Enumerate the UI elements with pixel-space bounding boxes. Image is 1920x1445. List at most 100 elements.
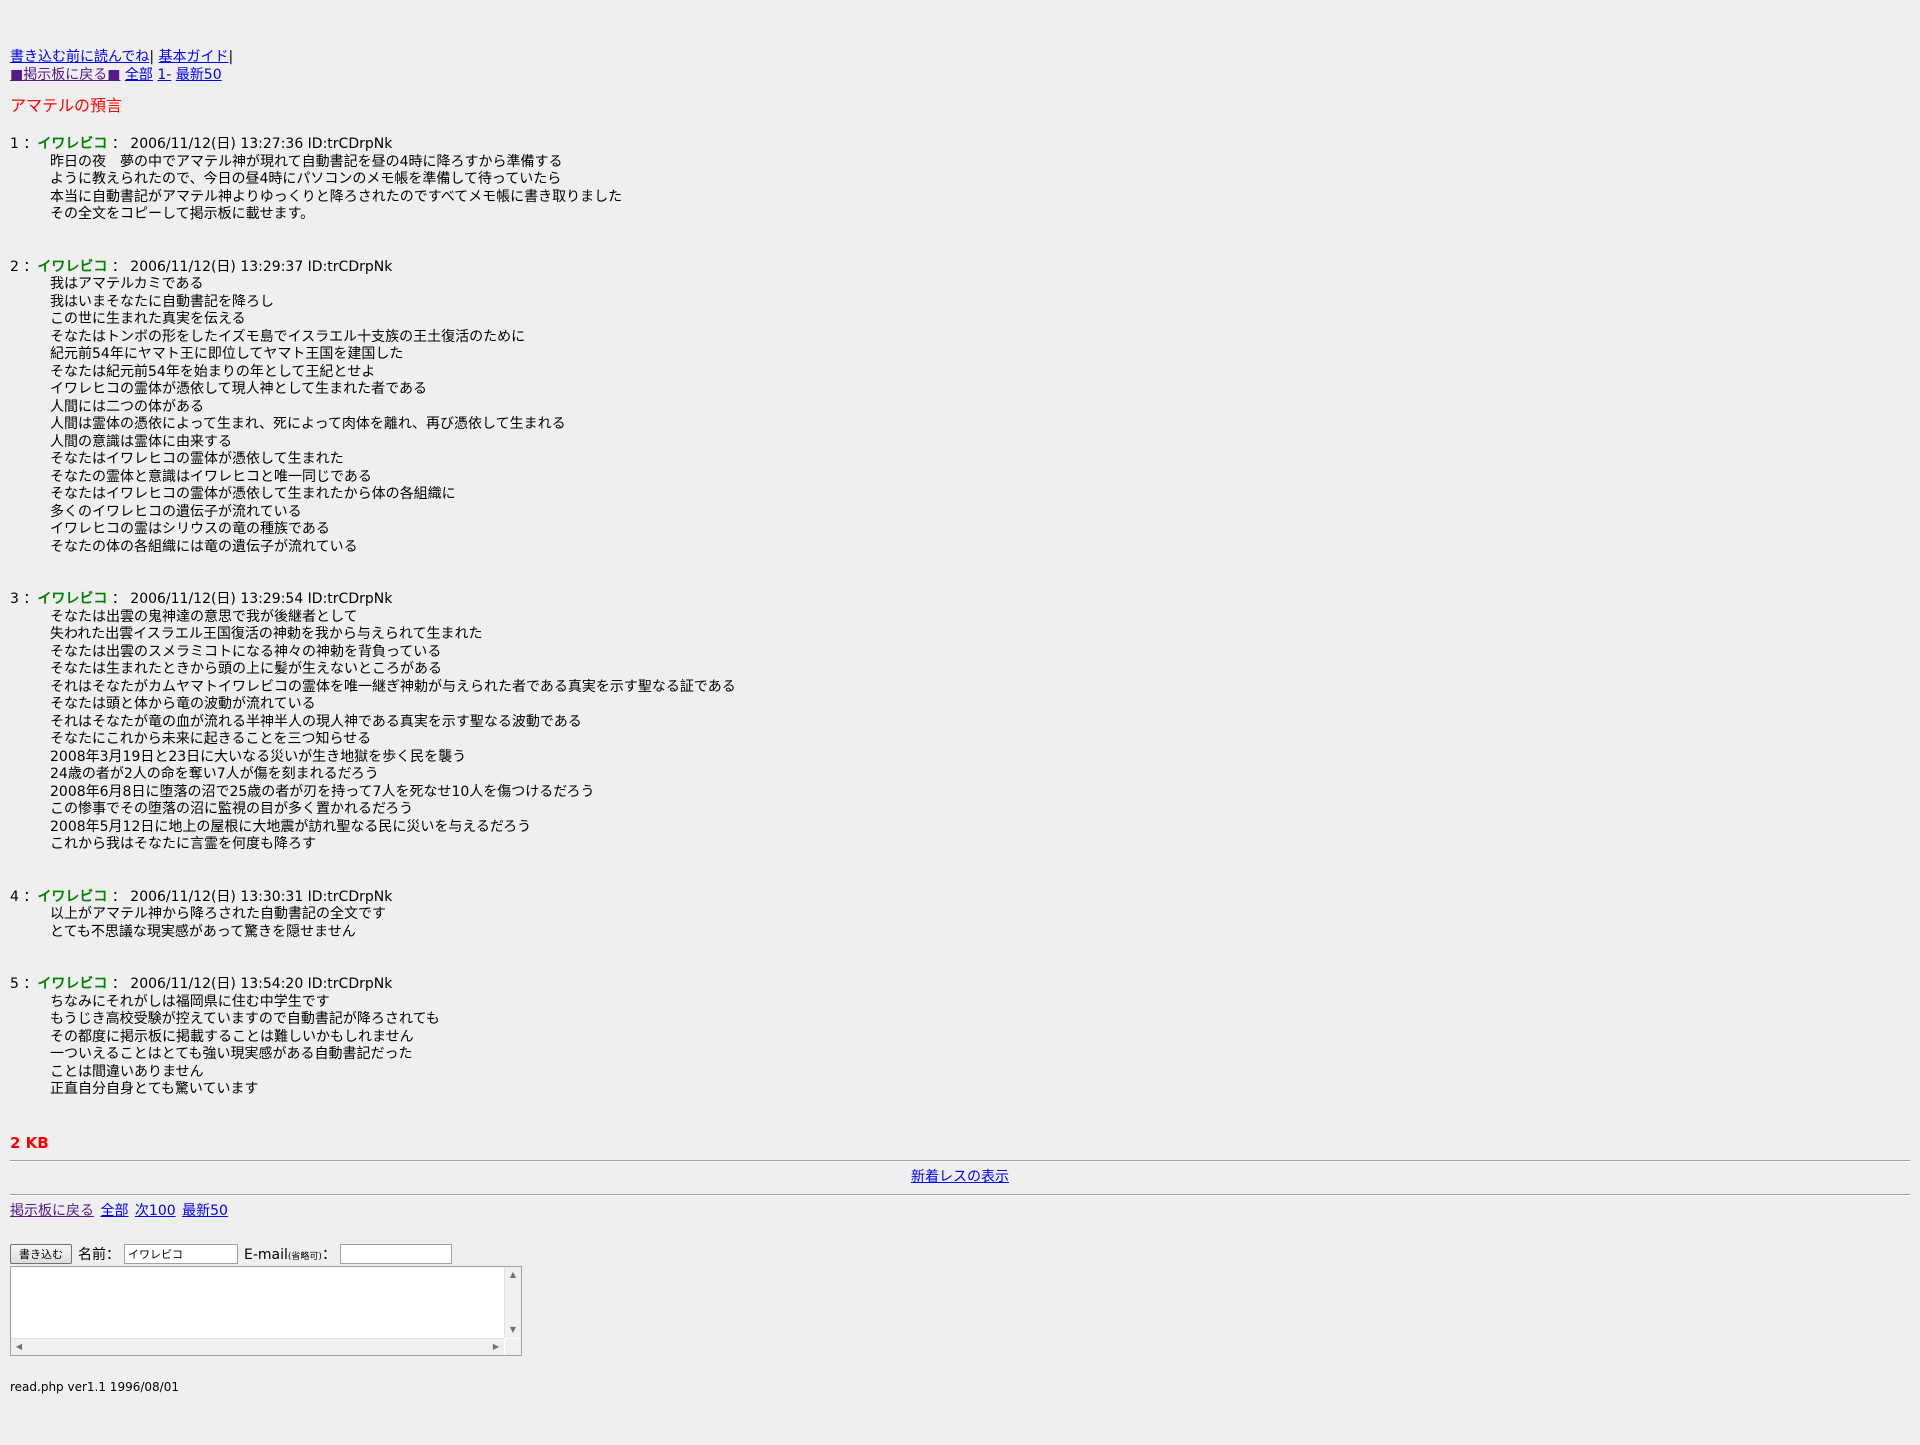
vertical-scrollbar[interactable]: ▲ ▼ (504, 1266, 521, 1338)
horizontal-scrollbar[interactable]: ◀ ▶ (11, 1337, 504, 1355)
bottom-all-posts-link[interactable]: 全部 (100, 1203, 128, 1219)
post-line: 我はいまそなたに自動書記を降ろし (50, 293, 274, 310)
scroll-right-arrow-icon[interactable]: ▶ (488, 1339, 504, 1355)
footer-version: read.php ver1.1 1996/08/01 (10, 1379, 179, 1394)
post-line: そなたはトンボの形をしたイズモ島でイスラエル十支族の王土復活のために (50, 328, 526, 345)
post-line: そなたは頭と体から竜の波動が流れている (50, 696, 316, 712)
post: 2 ：イワレビコ ： 2006/11/12(日) 13:29:37 ID:trC… (10, 259, 1910, 557)
post: 4 ：イワレビコ ： 2006/11/12(日) 13:30:31 ID:trC… (10, 889, 1910, 942)
post-body: そなたは出雲の鬼神達の意思で我が後継者として 失われた出雲イスラエル王国復活の神勅… (50, 609, 1910, 854)
post-author-name: イワレビコ (37, 136, 108, 152)
message-textarea-container: ▲ ▼ ◀ ▶ (10, 1265, 522, 1356)
post-line: 2008年3月19日と23日に大いなる災いが生き地獄を歩く民を襲う (50, 748, 467, 765)
post-header: 4 ：イワレビコ ： 2006/11/12(日) 13:30:31 ID:trC… (10, 889, 1910, 907)
nav-separator: | (228, 49, 234, 65)
post-line: 一ついえることはとても強い現実感がある自動書記だった (50, 1046, 413, 1062)
post-line: そなたはイワレヒコの霊体が憑依して生まれたから体の各組織に (50, 486, 456, 502)
next-100-link[interactable]: 次100 (135, 1203, 176, 1219)
all-posts-link[interactable]: 全部 (125, 67, 153, 83)
post-line: 紀元前54年にヤマト王に即位してヤマト王国を建国した (50, 346, 404, 362)
post-line: とても不思議な現実感があって驚きを隠せません (50, 923, 356, 940)
read-first-link[interactable]: 書き込む前に読んでね (10, 49, 149, 65)
post-line: 我はアマテルカミである (50, 276, 204, 292)
post-line: そなたは出雲のスメラミコトになる神々の神勅を背負っている (50, 643, 442, 660)
post-line: この世に生まれた真実を伝える (50, 311, 246, 327)
post-meta-separator: ： (107, 258, 131, 275)
post-header: 1 ：イワレビコ ： 2006/11/12(日) 13:27:36 ID:trC… (10, 136, 1910, 154)
post-author-name: イワレビコ (37, 888, 108, 905)
post: 5 ：イワレビコ ： 2006/11/12(日) 13:54:20 ID:trC… (10, 976, 1910, 1099)
post-line: イワレヒコの霊体が憑依して現人神として生まれた者である (50, 381, 428, 397)
post-body: 我はアマテルカミである 我はいまそなたに自動書記を降ろし この世に生まれた真実を伝え… (50, 276, 1910, 556)
post-line: そなたの霊体と意識はイワレヒコと唯一同じである (50, 468, 372, 485)
bottom-latest-50-link[interactable]: 最新50 (182, 1203, 228, 1219)
back-to-board-link[interactable]: ■掲示板に戻る■ (10, 67, 120, 83)
post-line: 失われた出雲イスラエル王国復活の神勅を我から与えられて生まれた (50, 626, 483, 642)
post-line: それはそなたがカムヤマトイワレビコの霊体を唯一継ぎ神勅が与えられた者である真実を… (50, 678, 736, 695)
post-line: 2008年6月8日に堕落の沼で25歳の者が刃を持って7人を死なせ10人を傷つける… (50, 783, 595, 800)
post-form-row: 書き込む 名前： E-mail(省略可)： (10, 1243, 1910, 1264)
post-meta-separator: ： (107, 591, 131, 607)
scroll-down-arrow-icon[interactable]: ▼ (505, 1322, 521, 1338)
post-line: イワレヒコの霊はシリウスの竜の種族である (50, 521, 330, 537)
post-number: 1 (10, 136, 19, 152)
top-nav-row-1: 書き込む前に読んでね| 基本ガイド| (10, 48, 1910, 66)
post-line: そなたは出雲の鬼神達の意思で我が後継者として (50, 608, 358, 625)
bottom-back-to-board-link[interactable]: 掲示板に戻る (10, 1203, 94, 1219)
latest-50-link[interactable]: 最新50 (176, 67, 222, 83)
post-form: 書き込む 名前： E-mail(省略可)： ▲ ▼ ◀ ▶ (10, 1243, 1910, 1356)
submit-button[interactable]: 書き込む (10, 1243, 72, 1264)
divider (10, 1159, 1910, 1162)
from-first-link[interactable]: 1- (157, 67, 171, 83)
post-meta-separator: ： (107, 976, 131, 992)
post: 3 ：イワレビコ ： 2006/11/12(日) 13:29:54 ID:trC… (10, 591, 1910, 854)
post-number-separator: ： (18, 976, 38, 992)
post-meta: 2006/11/12(日) 13:54:20 ID:trCDrpNk (130, 976, 393, 992)
name-input[interactable] (124, 1243, 238, 1264)
post-body: ちなみにそれがしは福岡県に住む中学生です もうじき高校受験が控えていますので自動書… (50, 994, 1910, 1099)
thread-title: アマテルの預言 (10, 96, 123, 115)
post-meta: 2006/11/12(日) 13:29:54 ID:trCDrpNk (130, 591, 393, 607)
post-header: 2 ：イワレビコ ： 2006/11/12(日) 13:29:37 ID:trC… (10, 259, 1910, 277)
message-textarea[interactable] (11, 1266, 504, 1338)
thread-size: 2 KB (10, 1133, 49, 1152)
post-line: 24歳の者が2人の命を奪い7人が傷を刻まれるだろう (50, 766, 379, 782)
name-label: 名前： (78, 1246, 120, 1263)
scroll-up-arrow-icon[interactable]: ▲ (505, 1267, 521, 1283)
post-number: 3 (10, 591, 19, 607)
bottom-navigation: 掲示板に戻る 全部 次100 最新50 (10, 1202, 1910, 1220)
post-line: そなたは生まれたときから頭の上に髪が生えないところがある (50, 661, 442, 677)
post-line: その都度に掲示板に掲載することは難しいかもしれません (50, 1028, 414, 1045)
post-line: そなたはイワレヒコの霊体が憑依して生まれた (50, 451, 344, 467)
post-number-separator: ： (18, 888, 38, 905)
post-line: ちなみにそれがしは福岡県に住む中学生です (50, 993, 330, 1010)
new-posts-row: 新着レスの表示 (10, 1168, 1910, 1186)
post-line: ように教えられたので、今日の昼4時にパソコンのメモ帳を準備して待っていたら (50, 171, 562, 187)
post-number: 4 (10, 888, 19, 905)
post-line: もうじき高校受験が控えていますので自動書記が降ろされても (50, 1011, 440, 1027)
top-nav-row-2: ■掲示板に戻る■ 全部 1- 最新50 (10, 66, 1910, 84)
top-navigation: 書き込む前に読んでね| 基本ガイド| ■掲示板に戻る■ 全部 1- 最新50 (10, 48, 1910, 84)
post-meta: 2006/11/12(日) 13:30:31 ID:trCDrpNk (130, 888, 393, 905)
post-line: 多くのイワレヒコの遺伝子が流れている (50, 503, 302, 520)
scrollbar-corner (505, 1338, 521, 1355)
post-body: 昨日の夜 夢の中でアマテル神が現れて自動書記を昼の4時に降ろすから準備する ように… (50, 154, 1910, 224)
email-optional-note: (省略可) (287, 1251, 322, 1262)
post-author-name: イワレビコ (37, 976, 108, 992)
basic-guide-link[interactable]: 基本ガイド (158, 49, 228, 65)
post-author-name: イワレビコ (37, 258, 108, 275)
post-line: 昨日の夜 夢の中でアマテル神が現れて自動書記を昼の4時に降ろすから準備する (50, 153, 563, 170)
email-input[interactable] (339, 1243, 452, 1264)
post-line: 人間には二つの体がある (50, 398, 204, 415)
show-new-posts-link[interactable]: 新着レスの表示 (911, 1169, 1009, 1185)
post-meta: 2006/11/12(日) 13:27:36 ID:trCDrpNk (130, 136, 393, 152)
post-number: 5 (10, 976, 19, 992)
post-line: 2008年5月12日に地上の屋根に大地震が訪れ聖なる民に災いを与えるだろう (50, 818, 532, 835)
email-label-suffix: ： (321, 1246, 336, 1263)
post-line: 人間の意識は霊体に由来する (50, 433, 232, 450)
email-label-text: E-mail (244, 1246, 288, 1263)
post-line: ことは間違いありません (50, 1063, 204, 1080)
scroll-left-arrow-icon[interactable]: ◀ (11, 1339, 27, 1355)
post-line: その全文をコピーして掲示板に載せます。 (50, 206, 315, 222)
post-line: これから我はそなたに言霊を何度も降ろす (50, 836, 316, 852)
